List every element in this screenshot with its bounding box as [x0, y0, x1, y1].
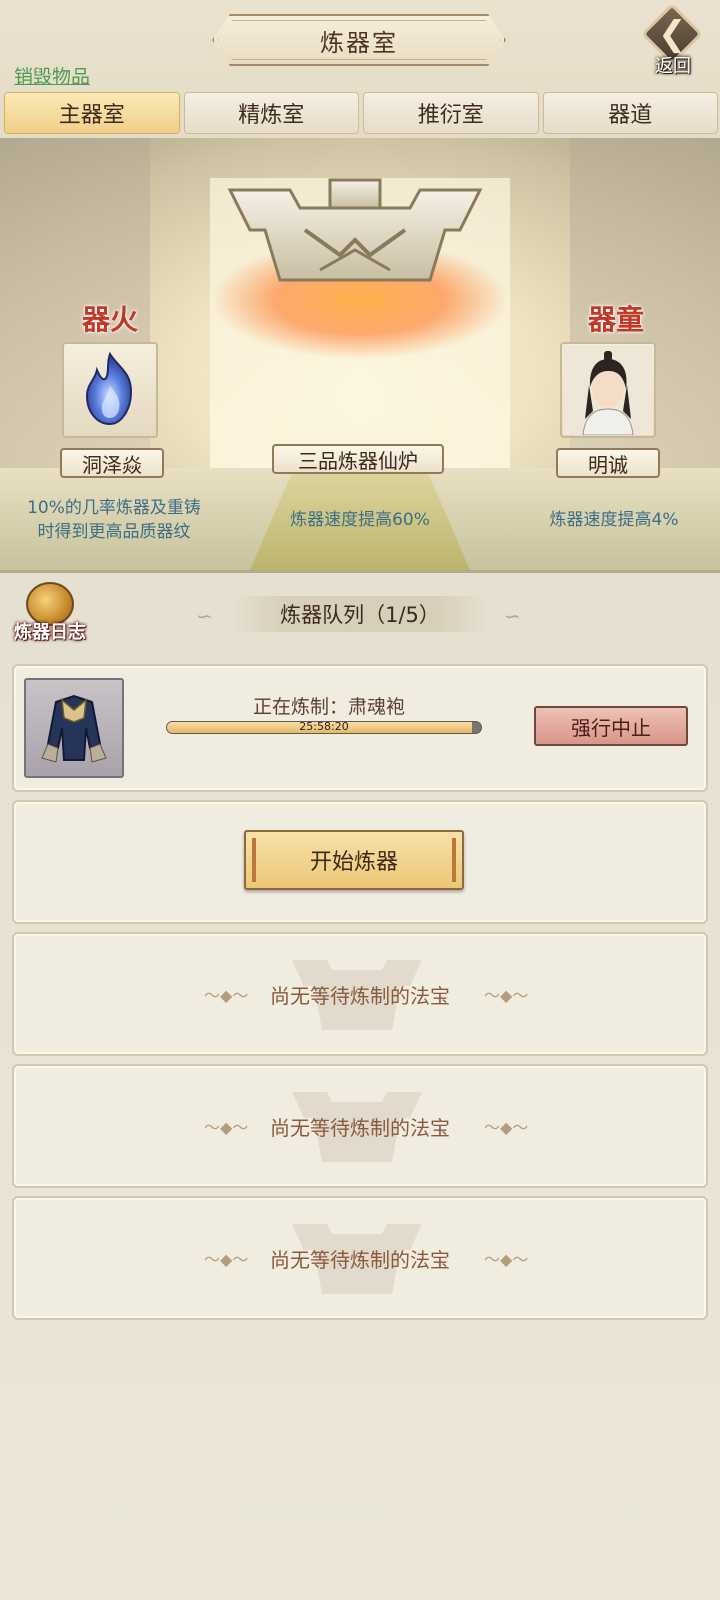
empty-deco-right-icon: ～◆～	[484, 1118, 529, 1137]
active-craft-card: 正在炼制：肃魂袍 25:58:20 强行中止	[12, 664, 708, 792]
crafting-status-label: 正在炼制：肃魂袍	[252, 696, 405, 718]
empty-slot-card: ～◆～ 尚无等待炼制的法宝 ～◆～	[12, 1196, 708, 1320]
queue-title: 炼器队列（1/5）	[232, 596, 488, 632]
title-plaque: 炼器室	[212, 14, 506, 66]
force-stop-button[interactable]: 强行中止	[534, 706, 688, 746]
fire-effect-line2: 时得到更高品质器纹	[37, 522, 191, 542]
empty-deco-right-icon: ～◆～	[484, 986, 529, 1005]
servant-slot[interactable]	[560, 342, 656, 438]
empty-slot-text: 尚无等待炼制的法宝	[270, 984, 450, 1008]
empty-slot-card: ～◆～ 尚无等待炼制的法宝 ～◆～	[12, 1064, 708, 1188]
fire-heading: 器火	[82, 303, 139, 336]
back-button[interactable]: ❮ 返回	[638, 2, 708, 78]
title-deco-left-icon: ∽	[196, 604, 213, 628]
fire-effect-line1: 10%的几率炼器及重铸	[27, 498, 201, 518]
servant-portrait	[563, 345, 653, 435]
fire-name-plate: 洞泽焱	[60, 448, 164, 478]
start-craft-card: 开始炼器	[12, 800, 708, 924]
fire-effect: 10%的几率炼器及重铸 时得到更高品质器纹	[4, 496, 224, 544]
back-label: 返回	[655, 56, 691, 77]
tab-refine-room[interactable]: 精炼室	[183, 92, 359, 134]
start-refining-button[interactable]: 开始炼器	[244, 830, 464, 890]
tab-main-room[interactable]: 主器室	[4, 92, 180, 134]
title-deco-right-icon: ∽	[504, 604, 521, 628]
log-label: 炼器日志	[14, 622, 86, 643]
servant-effect: 炼器速度提高4%	[549, 510, 679, 530]
furnace-effect: 炼器速度提高60%	[290, 510, 430, 530]
robe-icon	[41, 694, 107, 763]
start-refining-label: 开始炼器	[309, 850, 398, 875]
back-arrow-icon: ❮	[658, 14, 687, 54]
tab-artifact-dao[interactable]: 器道	[542, 92, 718, 134]
crafting-timer: 25:58:20	[299, 720, 349, 733]
tab-bar: 主器室 精炼室 推衍室 器道	[4, 92, 718, 134]
empty-slot-text: 尚无等待炼制的法宝	[270, 1116, 450, 1140]
cauldron-icon[interactable]	[220, 170, 490, 320]
blue-flame-icon	[85, 351, 133, 426]
empty-slot-text: 尚无等待炼制的法宝	[270, 1248, 450, 1272]
refining-log-button[interactable]: 炼器日志	[8, 578, 92, 648]
servant-heading: 器童	[588, 303, 645, 336]
empty-deco-right-icon: ～◆～	[484, 1250, 529, 1269]
furnace-name-plate: 三品炼器仙炉	[272, 444, 444, 474]
destroy-items-link[interactable]: 销毁物品	[14, 62, 90, 89]
tab-deduce-room[interactable]: 推衍室	[363, 92, 539, 134]
fire-slot[interactable]	[62, 342, 158, 438]
crafting-item-slot[interactable]	[24, 678, 124, 778]
page-title: 炼器室	[320, 28, 398, 57]
refining-room-screen: 炼器室 ❮ 返回 销毁物品 主器室 精炼室 推衍室 器道 器火 洞泽焱 10%的…	[0, 0, 720, 1600]
servant-name-plate: 明诚	[556, 448, 660, 478]
empty-slot-card: ～◆～ 尚无等待炼制的法宝 ～◆～	[12, 932, 708, 1056]
